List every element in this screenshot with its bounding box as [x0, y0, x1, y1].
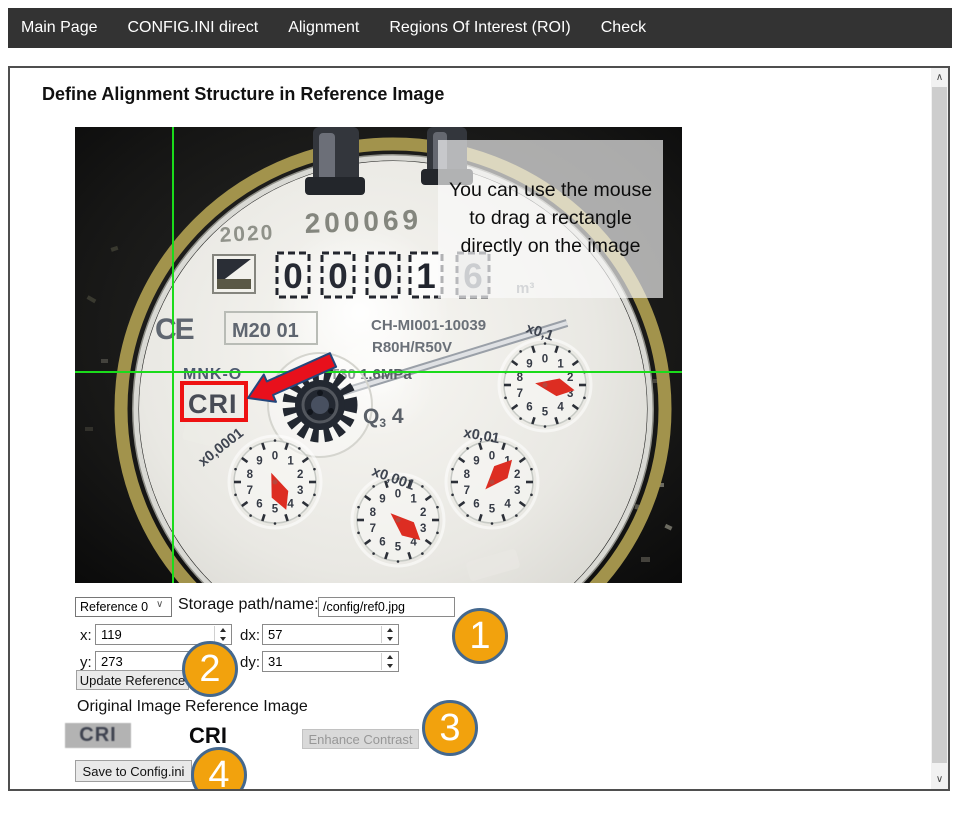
reference-select[interactable]: Reference 0 — [75, 597, 172, 617]
svg-text:0: 0 — [542, 354, 548, 366]
svg-text:5: 5 — [489, 504, 496, 516]
svg-text:6: 6 — [473, 498, 479, 510]
spin-up-icon[interactable] — [382, 626, 397, 635]
svg-text:6: 6 — [379, 536, 385, 548]
serial-year: 2020 — [219, 221, 275, 247]
svg-text:9: 9 — [526, 359, 532, 371]
dx-label: dx: — [240, 627, 260, 644]
svg-text:8: 8 — [370, 507, 377, 519]
storage-path-label: Storage path/name: — [178, 596, 319, 614]
svg-text:6: 6 — [256, 498, 262, 510]
svg-text:9: 9 — [379, 494, 385, 506]
reference-image-label: Reference Image — [185, 698, 308, 716]
flag-icon-bar — [217, 279, 251, 289]
dy-spinner[interactable] — [381, 653, 397, 670]
dx-input-field[interactable] — [262, 624, 399, 645]
dx-input[interactable] — [262, 624, 399, 645]
step-badge-1: 1 — [452, 608, 508, 664]
update-reference-button[interactable]: Update Reference — [76, 670, 189, 690]
spin-down-icon[interactable] — [382, 635, 397, 644]
svg-text:3: 3 — [297, 485, 303, 497]
model-number: CH-MI001-10039 — [371, 317, 486, 334]
scroll-up-icon[interactable]: ∧ — [931, 68, 948, 87]
svg-text:0: 0 — [272, 451, 278, 463]
page: Main Page CONFIG.INI direct Alignment Re… — [0, 0, 960, 816]
save-to-config-button[interactable]: Save to Config.ini — [75, 760, 192, 782]
alignment-panel: Define Alignment Structure in Reference … — [8, 66, 950, 791]
reference-image-thumbnail: CRI — [178, 723, 238, 749]
svg-text:1: 1 — [557, 359, 564, 371]
svg-text:5: 5 — [395, 542, 402, 554]
vertical-scrollbar[interactable]: ∧ ∨ — [931, 68, 948, 789]
svg-text:0: 0 — [373, 257, 392, 296]
svg-text:5: 5 — [272, 504, 279, 516]
brand-label: MNK-O — [183, 366, 242, 383]
svg-text:7: 7 — [464, 485, 470, 497]
meter-clip-left — [305, 127, 365, 195]
svg-text:0: 0 — [489, 451, 495, 463]
step-badge-3: 3 — [422, 700, 478, 756]
nav-item-roi[interactable]: Regions Of Interest (ROI) — [389, 19, 570, 37]
dy-input-field[interactable] — [262, 651, 399, 672]
svg-text:0: 0 — [328, 257, 347, 296]
enhance-contrast-button[interactable]: Enhance Contrast — [302, 729, 419, 749]
nav-item-main-page[interactable]: Main Page — [21, 19, 98, 37]
svg-text:0: 0 — [283, 257, 302, 296]
approval-code: M20 01 — [232, 320, 299, 342]
svg-text:2: 2 — [567, 372, 573, 384]
ce-mark: CE — [155, 313, 194, 346]
scrollbar-thumb[interactable] — [932, 87, 947, 763]
svg-text:3: 3 — [420, 523, 426, 535]
reference-image-canvas[interactable]: 2020 200069 0 0 0 — [75, 127, 682, 583]
y-label: y: — [80, 654, 92, 671]
svg-text:3: 3 — [514, 485, 520, 497]
page-title: Define Alignment Structure in Reference … — [42, 84, 444, 105]
x-spinner[interactable] — [214, 626, 230, 643]
svg-text:2: 2 — [420, 507, 426, 519]
dx-spinner[interactable] — [381, 626, 397, 643]
svg-text:7: 7 — [517, 388, 523, 400]
drag-hint-overlay: You can use the mouse to drag a rectangl… — [438, 140, 663, 298]
spin-up-icon[interactable] — [215, 626, 230, 635]
ratio-label: R80H/R50V — [372, 339, 452, 356]
dy-input[interactable] — [262, 651, 399, 672]
svg-text:7: 7 — [247, 485, 253, 497]
svg-text:1: 1 — [416, 257, 435, 296]
spin-down-icon[interactable] — [382, 662, 397, 671]
svg-text:1: 1 — [410, 494, 417, 506]
svg-text:4: 4 — [287, 498, 294, 510]
svg-text:2: 2 — [514, 469, 520, 481]
dy-label: dy: — [240, 654, 260, 671]
spin-up-icon[interactable] — [382, 653, 397, 662]
svg-text:8: 8 — [517, 372, 524, 384]
svg-text:1: 1 — [287, 456, 294, 468]
alignment-target-text: CRI — [188, 389, 238, 419]
original-image-thumbnail: CRI — [65, 723, 131, 748]
svg-text:6: 6 — [526, 401, 532, 413]
storage-path-input[interactable] — [318, 597, 455, 617]
nav-item-config-ini[interactable]: CONFIG.INI direct — [128, 19, 259, 37]
step-badge-4: 4 — [191, 747, 247, 789]
nav-item-check[interactable]: Check — [601, 19, 646, 37]
svg-text:5: 5 — [542, 407, 549, 419]
svg-text:7: 7 — [370, 523, 376, 535]
scroll-down-icon[interactable]: ∨ — [931, 770, 948, 789]
svg-text:2: 2 — [297, 469, 303, 481]
svg-text:4: 4 — [504, 498, 511, 510]
original-image-label: Original Image — [77, 698, 181, 716]
svg-text:8: 8 — [464, 469, 471, 481]
x-label: x: — [80, 627, 92, 644]
svg-text:4: 4 — [557, 401, 564, 413]
svg-text:8: 8 — [247, 469, 254, 481]
svg-text:9: 9 — [256, 456, 262, 468]
serial-number: 200069 — [304, 204, 422, 239]
top-navbar: Main Page CONFIG.INI direct Alignment Re… — [8, 8, 952, 48]
svg-text:0: 0 — [395, 489, 401, 501]
step-badge-2: 2 — [182, 641, 238, 697]
svg-text:9: 9 — [473, 456, 479, 468]
nav-item-alignment[interactable]: Alignment — [288, 19, 359, 37]
